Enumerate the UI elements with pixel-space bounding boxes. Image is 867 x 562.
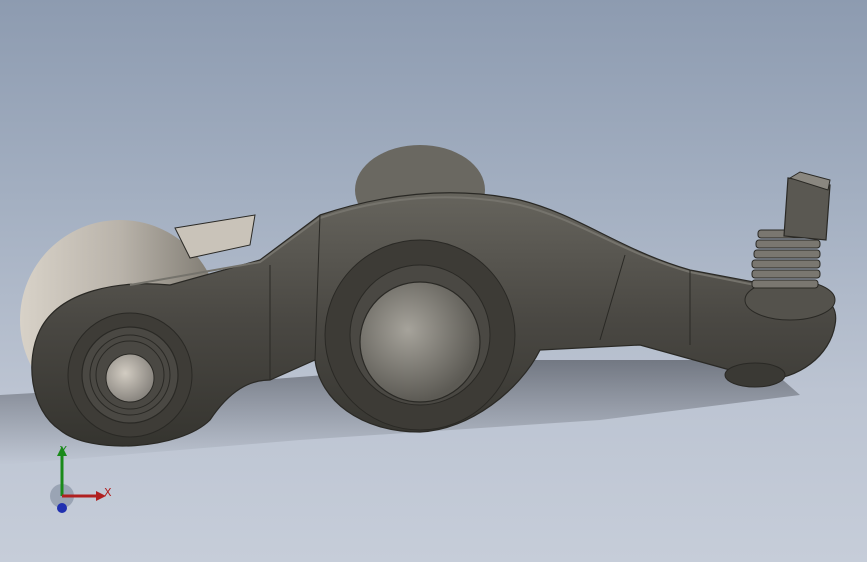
graphics-viewport[interactable]: Y X — [0, 0, 867, 562]
y-axis-label: Y — [60, 444, 67, 457]
z-axis-dot — [57, 503, 67, 513]
bottom-lug — [724, 362, 786, 388]
rocker-arm-model[interactable] — [0, 0, 867, 562]
arm-slot — [174, 214, 256, 259]
axis-triad-graphic — [50, 446, 106, 513]
x-axis-label: X — [104, 486, 112, 499]
axis-triad: Y X — [40, 440, 120, 520]
center-pin — [359, 281, 481, 403]
left-pin — [105, 353, 155, 403]
